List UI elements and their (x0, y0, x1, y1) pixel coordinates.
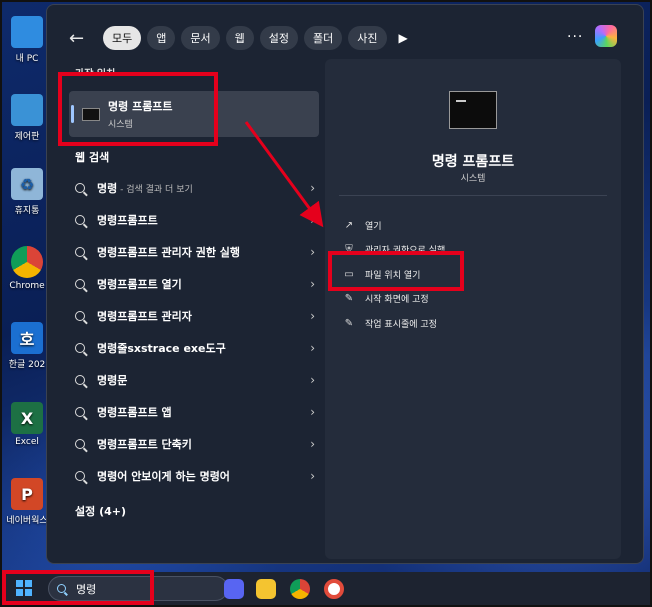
annotation-arrow (244, 121, 324, 228)
